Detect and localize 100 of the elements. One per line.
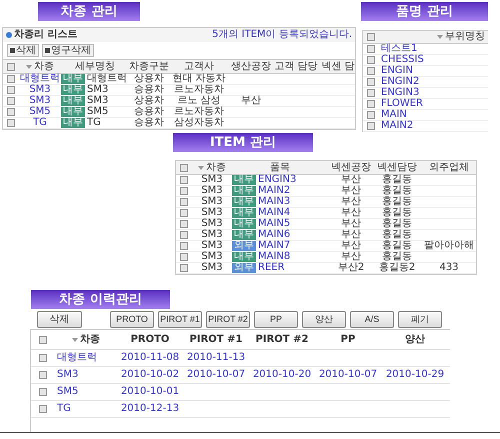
- table-cell-text: 부산: [340, 241, 362, 251]
- checkbox[interactable]: [367, 89, 375, 97]
- table-cell-text: 홍길동2: [378, 263, 416, 273]
- item-link[interactable]: MAIN5: [258, 219, 290, 229]
- checkbox[interactable]: [39, 336, 47, 344]
- delete-button[interactable]: 삭제: [37, 311, 82, 328]
- checkbox[interactable]: [180, 220, 188, 228]
- checkbox[interactable]: [7, 86, 15, 94]
- part-link[interactable]: 테스트1: [379, 44, 489, 54]
- tag: 내부: [232, 197, 256, 207]
- column-header[interactable]: PROTO: [117, 334, 183, 344]
- column-header[interactable]: 넥센 담: [319, 62, 357, 72]
- table-cell-text: 르노자동차: [173, 107, 225, 117]
- table-cell-text: SM3: [200, 197, 224, 207]
- checkbox[interactable]: [180, 187, 188, 195]
- item-link[interactable]: MAIN6: [258, 230, 290, 240]
- column-header[interactable]: 고객 담당: [273, 62, 319, 72]
- stage-button[interactable]: 폐기: [398, 311, 442, 328]
- checkbox[interactable]: [7, 108, 15, 116]
- checkbox[interactable]: [367, 78, 375, 86]
- car-link[interactable]: TG: [55, 404, 117, 414]
- toolbar-button[interactable]: 영구삭제: [42, 44, 94, 57]
- checkbox[interactable]: [367, 111, 375, 119]
- column-header[interactable]: PP: [315, 334, 381, 344]
- part-link[interactable]: CHESSIS: [379, 55, 489, 65]
- checkbox[interactable]: [180, 253, 188, 261]
- part-link[interactable]: ENGIN3: [379, 88, 489, 98]
- checkbox[interactable]: [367, 100, 375, 108]
- stage-button[interactable]: PROTO: [110, 311, 154, 328]
- item-link[interactable]: REER: [258, 263, 285, 273]
- car-link[interactable]: TG: [19, 118, 61, 128]
- item-link[interactable]: MAIN7: [258, 241, 290, 251]
- column-header[interactable]: 차종: [19, 62, 61, 72]
- checkbox[interactable]: [7, 97, 15, 105]
- item-link[interactable]: ENGIN3: [258, 175, 296, 185]
- item-link[interactable]: MAIN3: [258, 197, 290, 207]
- column-header[interactable]: 차종: [55, 334, 117, 344]
- table-cell-text: 르노자동차: [173, 85, 225, 95]
- column-header[interactable]: 넥센공장: [328, 162, 374, 172]
- column-header[interactable]: 생산공장: [229, 62, 273, 72]
- column-header[interactable]: 품목: [232, 162, 328, 172]
- checkbox[interactable]: [180, 231, 188, 239]
- tag: 내부: [61, 85, 85, 95]
- car-link[interactable]: 대형트럭: [19, 74, 61, 84]
- car-link[interactable]: SM5: [55, 387, 117, 397]
- checkbox[interactable]: [367, 67, 375, 75]
- column-header[interactable]: 넥센담당: [374, 162, 420, 172]
- checkbox[interactable]: [39, 371, 47, 379]
- car-link[interactable]: SM3: [55, 370, 117, 380]
- table-cell-text: SM3: [200, 241, 224, 251]
- table-cell: TG: [87, 118, 101, 128]
- column-header[interactable]: PIROT #2: [249, 334, 315, 344]
- item-link[interactable]: MAIN4: [258, 208, 290, 218]
- part-link[interactable]: ENGIN2: [379, 77, 489, 87]
- column-header[interactable]: PIROT #1: [183, 334, 249, 344]
- item-link[interactable]: MAIN2: [258, 186, 290, 196]
- checkbox[interactable]: [7, 62, 15, 70]
- checkbox[interactable]: [180, 209, 188, 217]
- toolbar-button[interactable]: 삭제: [7, 44, 39, 57]
- part-link[interactable]: FLOWER: [379, 99, 489, 109]
- table-cell-text: 홍길동: [381, 252, 413, 262]
- car-link[interactable]: SM3: [19, 96, 61, 106]
- car-link[interactable]: SM3: [19, 85, 61, 95]
- checkbox[interactable]: [180, 198, 188, 206]
- part-link[interactable]: ENGIN: [379, 66, 489, 76]
- checkbox[interactable]: [367, 122, 375, 130]
- section-banner: 품명 관리: [361, 2, 488, 21]
- table-cell-text: 상용차: [133, 74, 165, 84]
- checkbox[interactable]: [7, 119, 15, 127]
- checkbox[interactable]: [7, 75, 15, 83]
- checkbox[interactable]: [180, 242, 188, 250]
- checkbox[interactable]: [180, 164, 188, 172]
- column-header[interactable]: 고객사: [169, 62, 229, 72]
- checkbox[interactable]: [180, 264, 188, 272]
- date-cell-text: 2010-10-07: [186, 370, 246, 380]
- car-link[interactable]: 대형트럭: [55, 353, 117, 363]
- car-link[interactable]: SM5: [19, 107, 61, 117]
- checkbox[interactable]: [367, 45, 375, 53]
- column-header[interactable]: 세부명칭: [61, 62, 129, 72]
- column-header[interactable]: 차종구분: [129, 62, 169, 72]
- checkbox[interactable]: [39, 354, 47, 362]
- table-cell-text: 승용차: [133, 118, 165, 128]
- tag: 내부: [232, 219, 256, 229]
- stage-button[interactable]: PIROT #2: [206, 311, 250, 328]
- item-link[interactable]: MAIN8: [258, 252, 290, 262]
- stage-button[interactable]: 양산: [302, 311, 346, 328]
- stage-button[interactable]: PIROT #1: [158, 311, 202, 328]
- column-header[interactable]: 차종: [192, 162, 232, 172]
- column-header[interactable]: 양산: [381, 334, 449, 344]
- column-header[interactable]: 외주업체: [420, 162, 478, 172]
- checkbox[interactable]: [367, 33, 375, 41]
- checkbox[interactable]: [39, 405, 47, 413]
- checkbox[interactable]: [367, 56, 375, 64]
- checkbox[interactable]: [180, 176, 188, 184]
- checkbox[interactable]: [39, 388, 47, 396]
- part-link[interactable]: MAIN: [379, 110, 489, 120]
- table-cell-text: 승용차: [133, 107, 165, 117]
- stage-button[interactable]: PP: [254, 311, 298, 328]
- part-link[interactable]: MAIN2: [379, 121, 489, 131]
- stage-button[interactable]: A/S: [350, 311, 394, 328]
